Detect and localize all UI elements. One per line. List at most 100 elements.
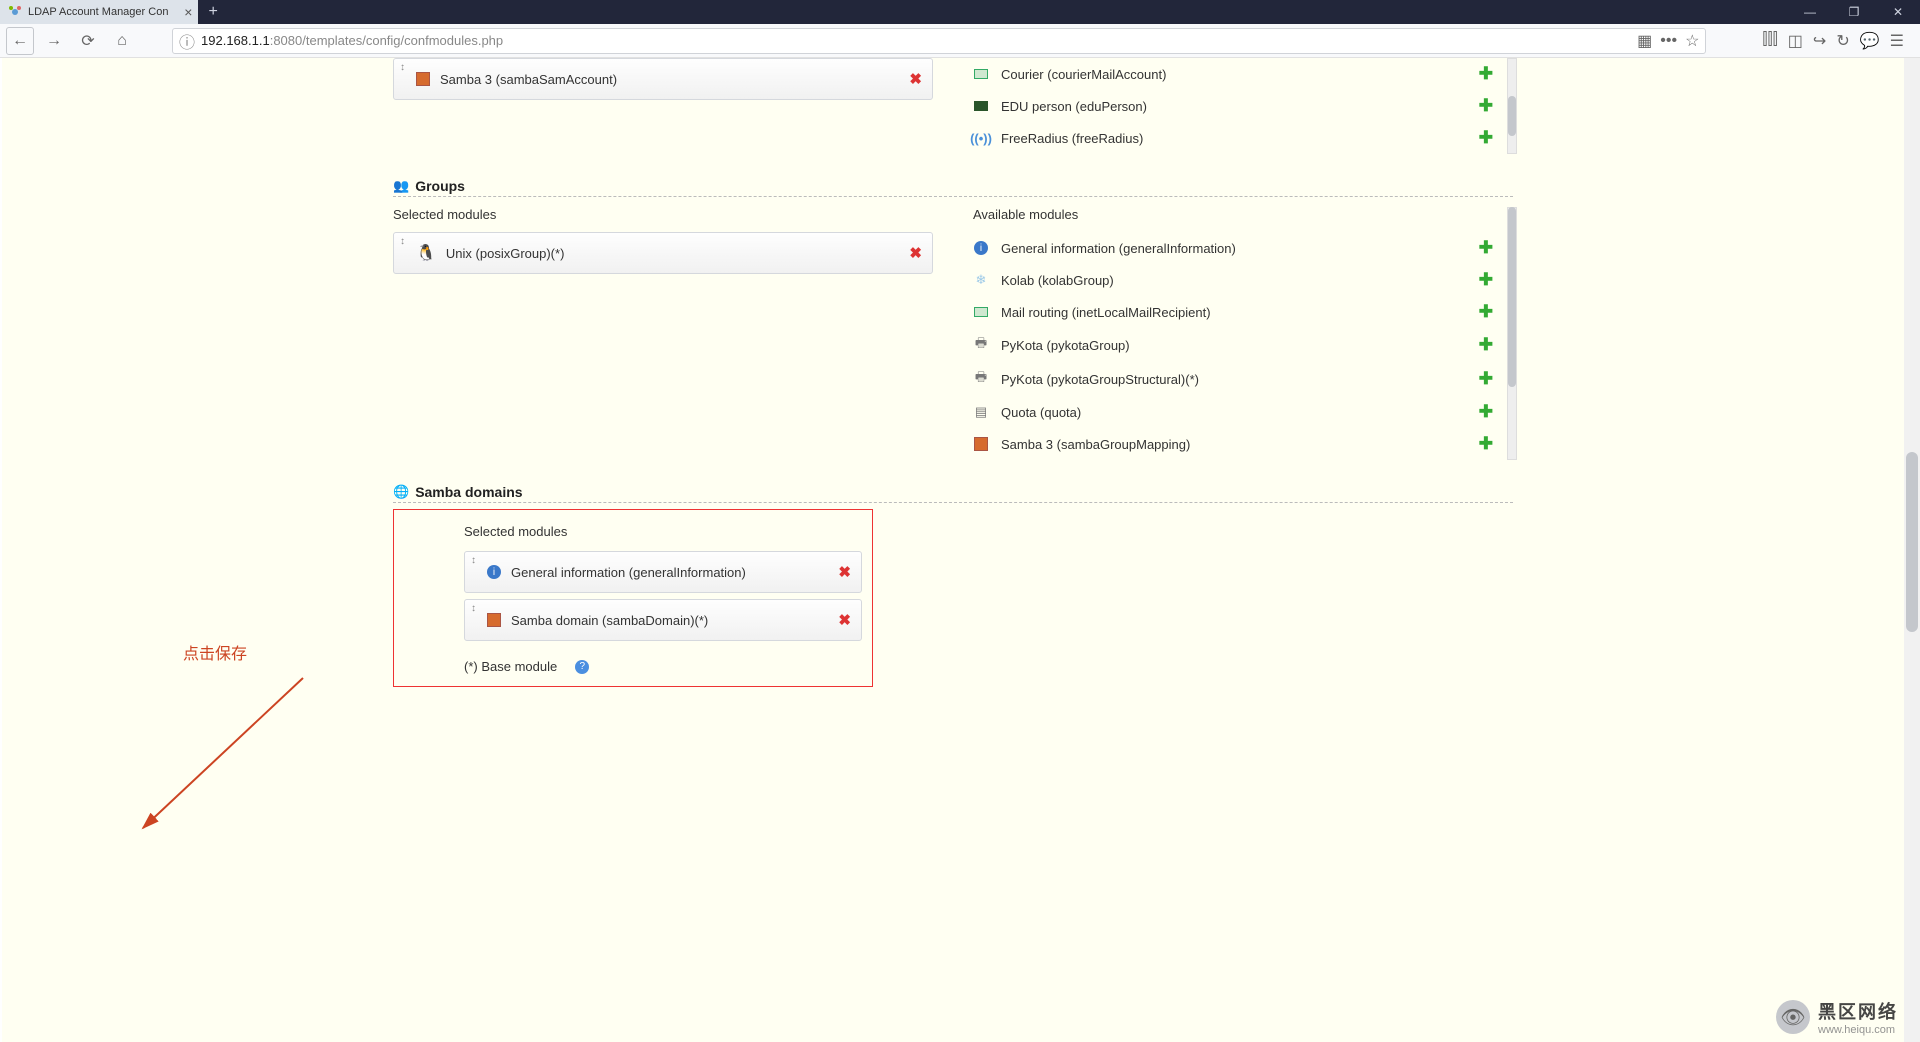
- selected-heading: Selected modules: [464, 524, 862, 539]
- new-tab-button[interactable]: +: [198, 3, 227, 21]
- selected-module-row[interactable]: ↕ Samba domain (sambaDomain)(*) ✖: [464, 599, 862, 641]
- window-minimize-icon[interactable]: —: [1788, 0, 1832, 24]
- remove-module-icon[interactable]: ✖: [838, 611, 851, 629]
- add-module-icon[interactable]: ✚: [1479, 402, 1493, 422]
- mail-icon: [973, 307, 989, 317]
- selected-module-row[interactable]: ↕ i General information (generalInformat…: [464, 551, 862, 593]
- available-module-label: Mail routing (inetLocalMailRecipient): [1001, 305, 1211, 320]
- add-module-icon[interactable]: ✚: [1479, 434, 1493, 454]
- page-scrollbar[interactable]: [1904, 58, 1920, 1042]
- bookmark-icon[interactable]: ☆: [1685, 31, 1699, 51]
- available-module-item: 🖶 PyKota (pykotaGroupStructural)(*) ✚: [973, 362, 1513, 396]
- drag-handle-icon[interactable]: ↕: [400, 236, 405, 247]
- available-module-item: 🖶 PyKota (pykotaGroup) ✚: [973, 328, 1513, 362]
- remove-module-icon[interactable]: ✖: [909, 244, 922, 262]
- selected-heading: Selected modules: [393, 207, 933, 222]
- available-module-label: EDU person (eduPerson): [1001, 99, 1147, 114]
- available-module-label: Samba 3 (sambaGroupMapping): [1001, 437, 1190, 452]
- window-close-icon[interactable]: ✕: [1876, 0, 1920, 24]
- samba-icon: [487, 613, 501, 627]
- tab-title: LDAP Account Manager Con: [28, 6, 168, 18]
- nav-home-button[interactable]: ⌂: [108, 27, 136, 55]
- drag-handle-icon[interactable]: ↕: [471, 555, 476, 566]
- module-name: Unix (posixGroup)(*): [446, 246, 564, 261]
- tab-close-icon[interactable]: ×: [184, 4, 192, 20]
- available-module-item: ▤ Quota (quota) ✚: [973, 396, 1513, 428]
- browser-navbar: ← → ⟳ ⌂ ⓘ 192.168.1.1:8080/templates/con…: [0, 24, 1920, 58]
- page-actions-icon[interactable]: •••: [1660, 32, 1677, 50]
- available-module-label: Quota (quota): [1001, 405, 1081, 420]
- annotation-arrow-icon: [133, 668, 333, 838]
- menu-icon[interactable]: ☰: [1890, 31, 1904, 51]
- mail-icon: [973, 69, 989, 79]
- info-icon: i: [973, 241, 989, 255]
- highlighted-region: Selected modules ↕ i General information…: [393, 509, 873, 687]
- section-title-samba: 🌐 Samba domains: [393, 484, 1513, 503]
- url-bar[interactable]: ⓘ 192.168.1.1:8080/templates/config/conf…: [172, 28, 1706, 54]
- available-heading: Available modules: [973, 207, 1513, 222]
- info-icon: i: [487, 565, 501, 579]
- watermark-name: 黑区网络: [1818, 1002, 1898, 1022]
- tux-icon: 🐧: [416, 243, 436, 263]
- available-module-item: Courier (courierMailAccount) ✚: [973, 58, 1513, 90]
- module-name: General information (generalInformation): [511, 565, 746, 580]
- help-icon[interactable]: ?: [575, 660, 589, 674]
- annotation-text: 点击保存: [183, 640, 247, 664]
- watermark-logo-icon: 👁: [1776, 1000, 1810, 1034]
- add-module-icon[interactable]: ✚: [1479, 302, 1493, 322]
- site-info-icon[interactable]: ⓘ: [179, 29, 195, 53]
- available-module-label: General information (generalInformation): [1001, 241, 1236, 256]
- available-module-label: PyKota (pykotaGroupStructural)(*): [1001, 372, 1199, 387]
- available-module-label: Kolab (kolabGroup): [1001, 273, 1114, 288]
- add-module-icon[interactable]: ✚: [1479, 128, 1493, 148]
- remove-module-icon[interactable]: ✖: [838, 563, 851, 581]
- available-module-label: PyKota (pykotaGroup): [1001, 338, 1130, 353]
- selected-module-row[interactable]: ↕ Samba 3 (sambaSamAccount) ✖: [393, 58, 933, 100]
- add-module-icon[interactable]: ✚: [1479, 238, 1493, 258]
- printer-icon: 🖶: [973, 334, 989, 356]
- nav-back-button[interactable]: ←: [6, 27, 34, 55]
- available-module-label: FreeRadius (freeRadius): [1001, 131, 1143, 146]
- url-text: 192.168.1.1:8080/templates/config/confmo…: [201, 33, 503, 48]
- window-maximize-icon[interactable]: ❐: [1832, 0, 1876, 24]
- add-module-icon[interactable]: ✚: [1479, 369, 1493, 389]
- samba-icon: [416, 72, 430, 86]
- send-tab-icon[interactable]: ↪: [1813, 31, 1826, 51]
- available-module-label: Courier (courierMailAccount): [1001, 67, 1166, 82]
- available-module-item: Samba 3 (sambaGroupMapping) ✚: [973, 428, 1513, 460]
- drag-handle-icon[interactable]: ↕: [400, 62, 405, 73]
- add-module-icon[interactable]: ✚: [1479, 64, 1493, 84]
- add-module-icon[interactable]: ✚: [1479, 270, 1493, 290]
- add-module-icon[interactable]: ✚: [1479, 96, 1493, 116]
- radio-icon: ((•)): [973, 131, 989, 146]
- edu-icon: [973, 101, 989, 111]
- module-name: Samba 3 (sambaSamAccount): [440, 72, 617, 87]
- window-titlebar: LDAP Account Manager Con × + — ❐ ✕: [0, 0, 1920, 24]
- sync-icon[interactable]: ↻: [1836, 31, 1849, 51]
- section-title-groups: 👥 Groups: [393, 178, 1513, 197]
- base-module-note: (*) Base module: [464, 659, 557, 674]
- nav-forward-button[interactable]: →: [40, 27, 68, 55]
- add-module-icon[interactable]: ✚: [1479, 335, 1493, 355]
- samba-icon: [973, 437, 989, 451]
- sidebar-icon[interactable]: ◫: [1788, 31, 1803, 51]
- available-scrollbar[interactable]: [1507, 207, 1517, 460]
- nav-reload-button[interactable]: ⟳: [74, 27, 102, 55]
- selected-module-row[interactable]: ↕ 🐧 Unix (posixGroup)(*) ✖: [393, 232, 933, 274]
- drag-handle-icon[interactable]: ↕: [471, 603, 476, 614]
- available-module-item: EDU person (eduPerson) ✚: [973, 90, 1513, 122]
- scrollbar-thumb[interactable]: [1906, 452, 1918, 632]
- watermark: 👁 黑区网络 www.heiqu.com: [1776, 998, 1898, 1036]
- available-module-item: Mail routing (inetLocalMailRecipient) ✚: [973, 296, 1513, 328]
- chat-icon[interactable]: 💬: [1860, 31, 1880, 51]
- library-icon[interactable]: ⫿⫿⫿: [1762, 31, 1777, 51]
- tab-favicon: [8, 5, 22, 19]
- browser-tab[interactable]: LDAP Account Manager Con ×: [0, 0, 198, 24]
- module-name: Samba domain (sambaDomain)(*): [511, 613, 708, 628]
- available-module-item: i General information (generalInformatio…: [973, 232, 1513, 264]
- quota-icon: ▤: [973, 404, 989, 420]
- remove-module-icon[interactable]: ✖: [909, 70, 922, 88]
- available-module-item: ((•)) FreeRadius (freeRadius) ✚: [973, 122, 1513, 154]
- qr-icon[interactable]: ▦: [1637, 31, 1652, 51]
- available-scrollbar[interactable]: [1507, 58, 1517, 154]
